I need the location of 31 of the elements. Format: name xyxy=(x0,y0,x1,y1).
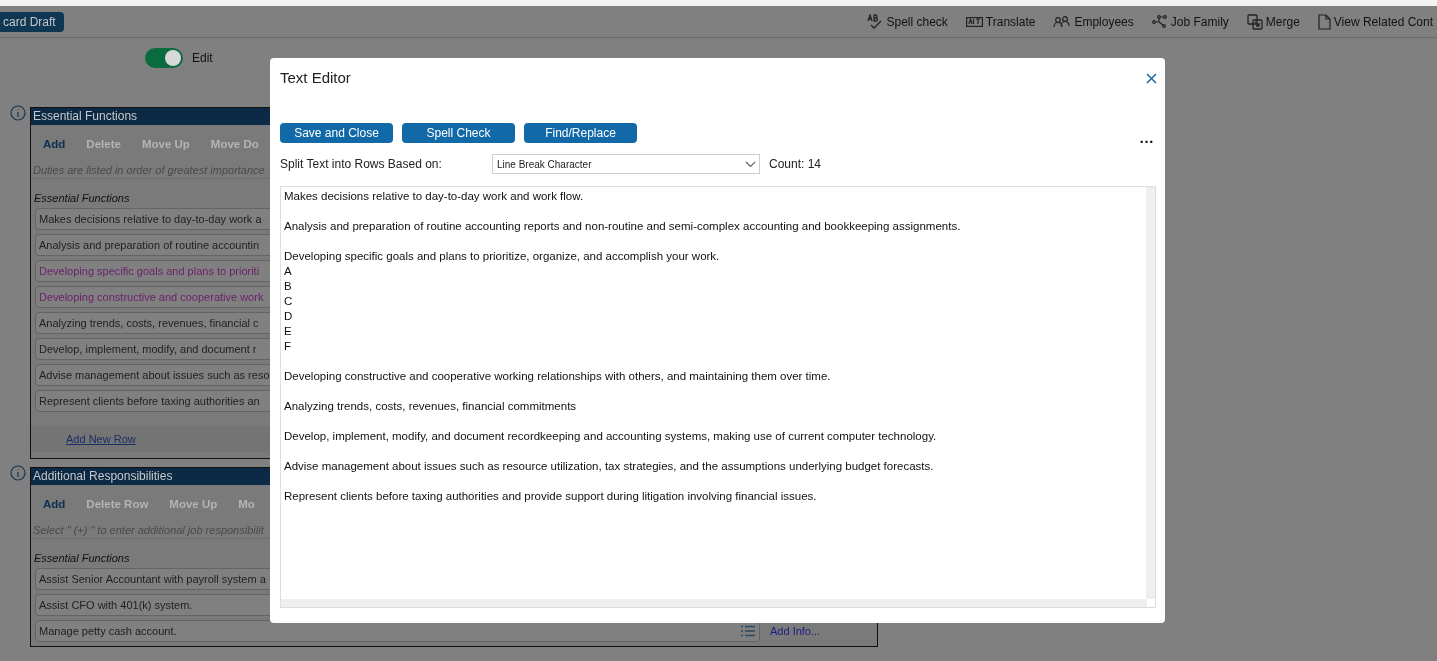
row-text: Analysis and preparation of routine accountin xyxy=(39,237,260,253)
list-label: Essential Functions xyxy=(34,552,130,564)
row-text: Makes decisions relative to day-to-day work a xyxy=(39,211,262,227)
row-text: Developing constructive and cooperative work xyxy=(39,289,264,305)
dialog-title: Text Editor xyxy=(280,67,351,88)
toolbar-button[interactable]: View Related Cont xyxy=(1317,12,1433,31)
edit-label: Edit xyxy=(192,50,213,67)
toolbar-button[interactable]: Job Family xyxy=(1151,12,1229,31)
row-text: Analyzing trends, costs, revenues, financial c xyxy=(39,315,259,331)
add-info-link[interactable]: Add Info... xyxy=(770,622,821,640)
list-label: Essential Functions xyxy=(34,192,130,204)
split-dropdown[interactable]: Line Break Character xyxy=(492,154,760,174)
row-text: Assist Senior Accountant with payroll system a xyxy=(39,571,266,587)
dialog-button[interactable]: Save and Close xyxy=(280,123,393,143)
more-button[interactable]: … xyxy=(1139,133,1155,143)
toolbar-button[interactable]: Merge xyxy=(1246,12,1300,31)
toolbar-action[interactable]: Add xyxy=(43,496,66,514)
toolbar-button[interactable]: Spell check xyxy=(867,12,948,31)
dialog-button[interactable]: Find/Replace xyxy=(524,123,637,143)
toolbar-button[interactable]: Translate xyxy=(965,12,1036,31)
row-text: Manage petty cash account. xyxy=(39,623,177,639)
row-text: Advise management about issues such as reso xyxy=(39,367,270,383)
row-text: Develop, implement, modify, and document r xyxy=(39,341,257,357)
dialog-button[interactable]: Spell Check xyxy=(402,123,515,143)
row-text: Developing specific goals and plans to prioriti xyxy=(39,263,260,279)
row-text: Assist CFO with 401(k) system. xyxy=(39,597,193,613)
toolbar-button[interactable]: Employees xyxy=(1053,12,1134,31)
draft-button[interactable]: card Draft xyxy=(0,11,64,32)
toolbar-action[interactable]: Add xyxy=(43,136,66,154)
add-row-link[interactable]: Add New Row xyxy=(66,430,136,448)
row-text: Represent clients before taxing authorities an xyxy=(39,393,260,409)
